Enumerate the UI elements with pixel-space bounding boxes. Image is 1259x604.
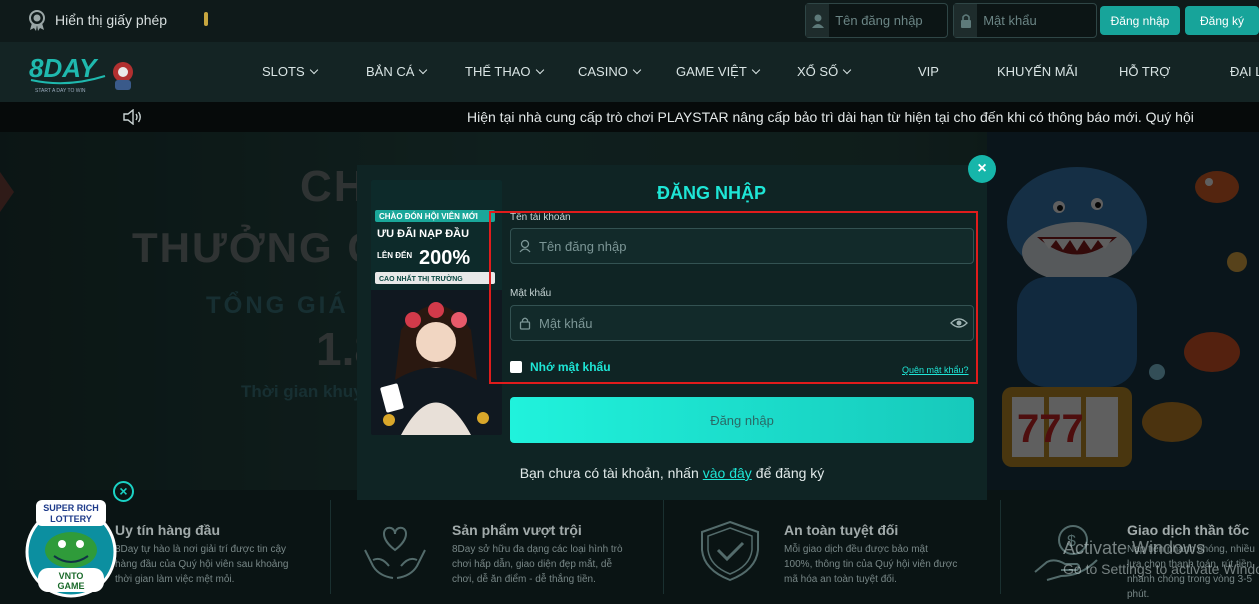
banner-line2: ƯU ĐÃI NẠP ĐẦU (377, 227, 469, 240)
svg-text:START A DAY TO WIN: START A DAY TO WIN (35, 88, 86, 94)
nav-slots[interactable]: SLOTS (262, 64, 318, 79)
feature-title: An toàn tuyệt đối (784, 522, 899, 538)
nav-vip[interactable]: VIP (918, 64, 939, 79)
user-icon (806, 4, 830, 37)
chevron-down-icon (419, 65, 428, 74)
username-label: Tên tài khoản (510, 212, 571, 223)
feature-desc: 8Day sở hữu đa dạng các loại hình trò ch… (452, 544, 623, 585)
nav-game-viet[interactable]: GAME VIỆT (676, 64, 761, 79)
svg-text:8DAY: 8DAY (29, 53, 99, 83)
page-root: Hiển thị giấy phép Đăng nhập Đăng ký 8DA… (0, 0, 1259, 604)
nav-ban-ca[interactable]: BẮN CÁ (366, 64, 428, 79)
login-submit-button[interactable]: Đăng nhập (510, 397, 974, 443)
lottery-line3: VNTO (59, 571, 84, 581)
announcement-text: Hiện tại nhà cung cấp trò chơi PLAYSTAR … (467, 109, 1194, 125)
lottery-line2: LOTTERY (50, 514, 92, 524)
modal-close-button[interactable]: × (968, 155, 996, 183)
top-username-field[interactable] (805, 3, 948, 38)
chevron-down-icon (632, 65, 642, 74)
feature-title: Uy tín hàng đầu (115, 522, 220, 538)
top-login-button[interactable]: Đăng nhập (1100, 6, 1180, 35)
shield-check-icon (701, 520, 759, 582)
banner-line3: LÊN ĐẾN (377, 250, 412, 260)
user-icon (511, 239, 539, 253)
nav-the-thao[interactable]: THỂ THAO (465, 64, 544, 79)
heart-hands-icon (364, 526, 426, 579)
lottery-promo-badge[interactable]: SUPER RICH LOTTERY VNTO GAME (20, 498, 122, 598)
nav-khuyen-mai[interactable]: KHUYẾN MÃI (997, 64, 1078, 79)
feature-title: Sản phẩm vượt trội (452, 522, 582, 538)
top-bar: Hiển thị giấy phép Đăng nhập Đăng ký (0, 0, 1259, 42)
feature-card: Sản phẩm vượt trội 8Day sở hữu đa dạng c… (331, 490, 663, 604)
remember-label: Nhớ mật khẩu (530, 360, 611, 374)
checkbox-box[interactable] (510, 361, 522, 373)
username-field[interactable] (510, 228, 974, 264)
chevron-down-icon (751, 65, 761, 74)
forgot-password-link[interactable]: Quên mật khẩu? (902, 365, 969, 375)
top-username-input[interactable] (829, 13, 947, 28)
remember-me-checkbox[interactable]: Nhớ mật khẩu (510, 360, 611, 374)
eye-icon[interactable] (945, 317, 973, 329)
top-password-field[interactable] (953, 3, 1097, 38)
register-suffix: để đăng ký (755, 465, 825, 481)
license-link[interactable]: Hiển thị giấy phép (27, 9, 167, 31)
password-input[interactable] (539, 315, 945, 331)
top-password-input[interactable] (977, 13, 1096, 28)
nav-xo-so[interactable]: XỔ SỐ (797, 64, 852, 79)
feature-card: An toàn tuyệt đối Mỗi giao dịch đều được… (664, 490, 1000, 604)
windows-watermark-subtitle: Go to Settings to activate Windows. (1063, 561, 1259, 577)
8day-logo[interactable]: 8DAY START A DAY TO WIN (27, 50, 139, 96)
nav-dai-ly[interactable]: ĐẠI L (1230, 64, 1259, 79)
top-register-button[interactable]: Đăng ký (1185, 6, 1259, 35)
modal-title: ĐĂNG NHẬP (657, 183, 767, 203)
nav-casino[interactable]: CASINO (578, 64, 642, 79)
username-input[interactable] (539, 238, 973, 254)
lottery-close-button[interactable]: × (113, 481, 134, 502)
feature-desc: Mỗi giao dịch đều được bảo mật 100%, thô… (784, 544, 958, 585)
register-prompt: Bạn chưa có tài khoản, nhấn vào đây để đăn… (357, 465, 987, 481)
lottery-line4: GAME (58, 581, 85, 591)
register-prefix: Bạn chưa có tài khoản, nhấn (519, 465, 699, 481)
certificate-icon (29, 10, 45, 31)
register-link[interactable]: vào đây (703, 465, 752, 481)
license-text: Hiển thị giấy phép (55, 12, 168, 28)
main-nav: 8DAY START A DAY TO WIN SLOTS BẮN CÁ THỂ… (0, 42, 1259, 102)
lock-icon (511, 316, 539, 330)
banner-line4: 200% (419, 247, 470, 269)
promo-banner-image: CHÀO ĐÓN HỘI VIÊN MỚI ƯU ĐÃI NẠP ĐẦU LÊN… (371, 180, 502, 435)
announcement-bar: Hiện tại nhà cung cấp trò chơi PLAYSTAR … (0, 102, 1259, 132)
lock-icon (954, 4, 978, 37)
banner-line1: CHÀO ĐÓN HỘI VIÊN MỚI (379, 212, 478, 221)
password-field[interactable] (510, 305, 974, 341)
lottery-line1: SUPER RICH (43, 503, 99, 513)
speaker-icon (123, 109, 141, 125)
nav-ho-tro[interactable]: HỖ TRỢ (1119, 64, 1170, 79)
feature-title: Giao dịch thần tốc (1127, 522, 1250, 538)
login-modal: CHÀO ĐÓN HỘI VIÊN MỚI ƯU ĐÃI NẠP ĐẦU LÊN… (357, 165, 987, 500)
windows-watermark-title: Activate Windows (1063, 538, 1206, 558)
chevron-down-icon (842, 65, 852, 74)
password-label: Mật khẩu (510, 288, 552, 299)
mini-flag-mark (204, 12, 208, 26)
chevron-down-icon (309, 65, 318, 74)
feature-desc: 8Day tự hào là nơi giải trí được tin cậy… (115, 544, 289, 585)
chevron-down-icon (535, 65, 544, 74)
